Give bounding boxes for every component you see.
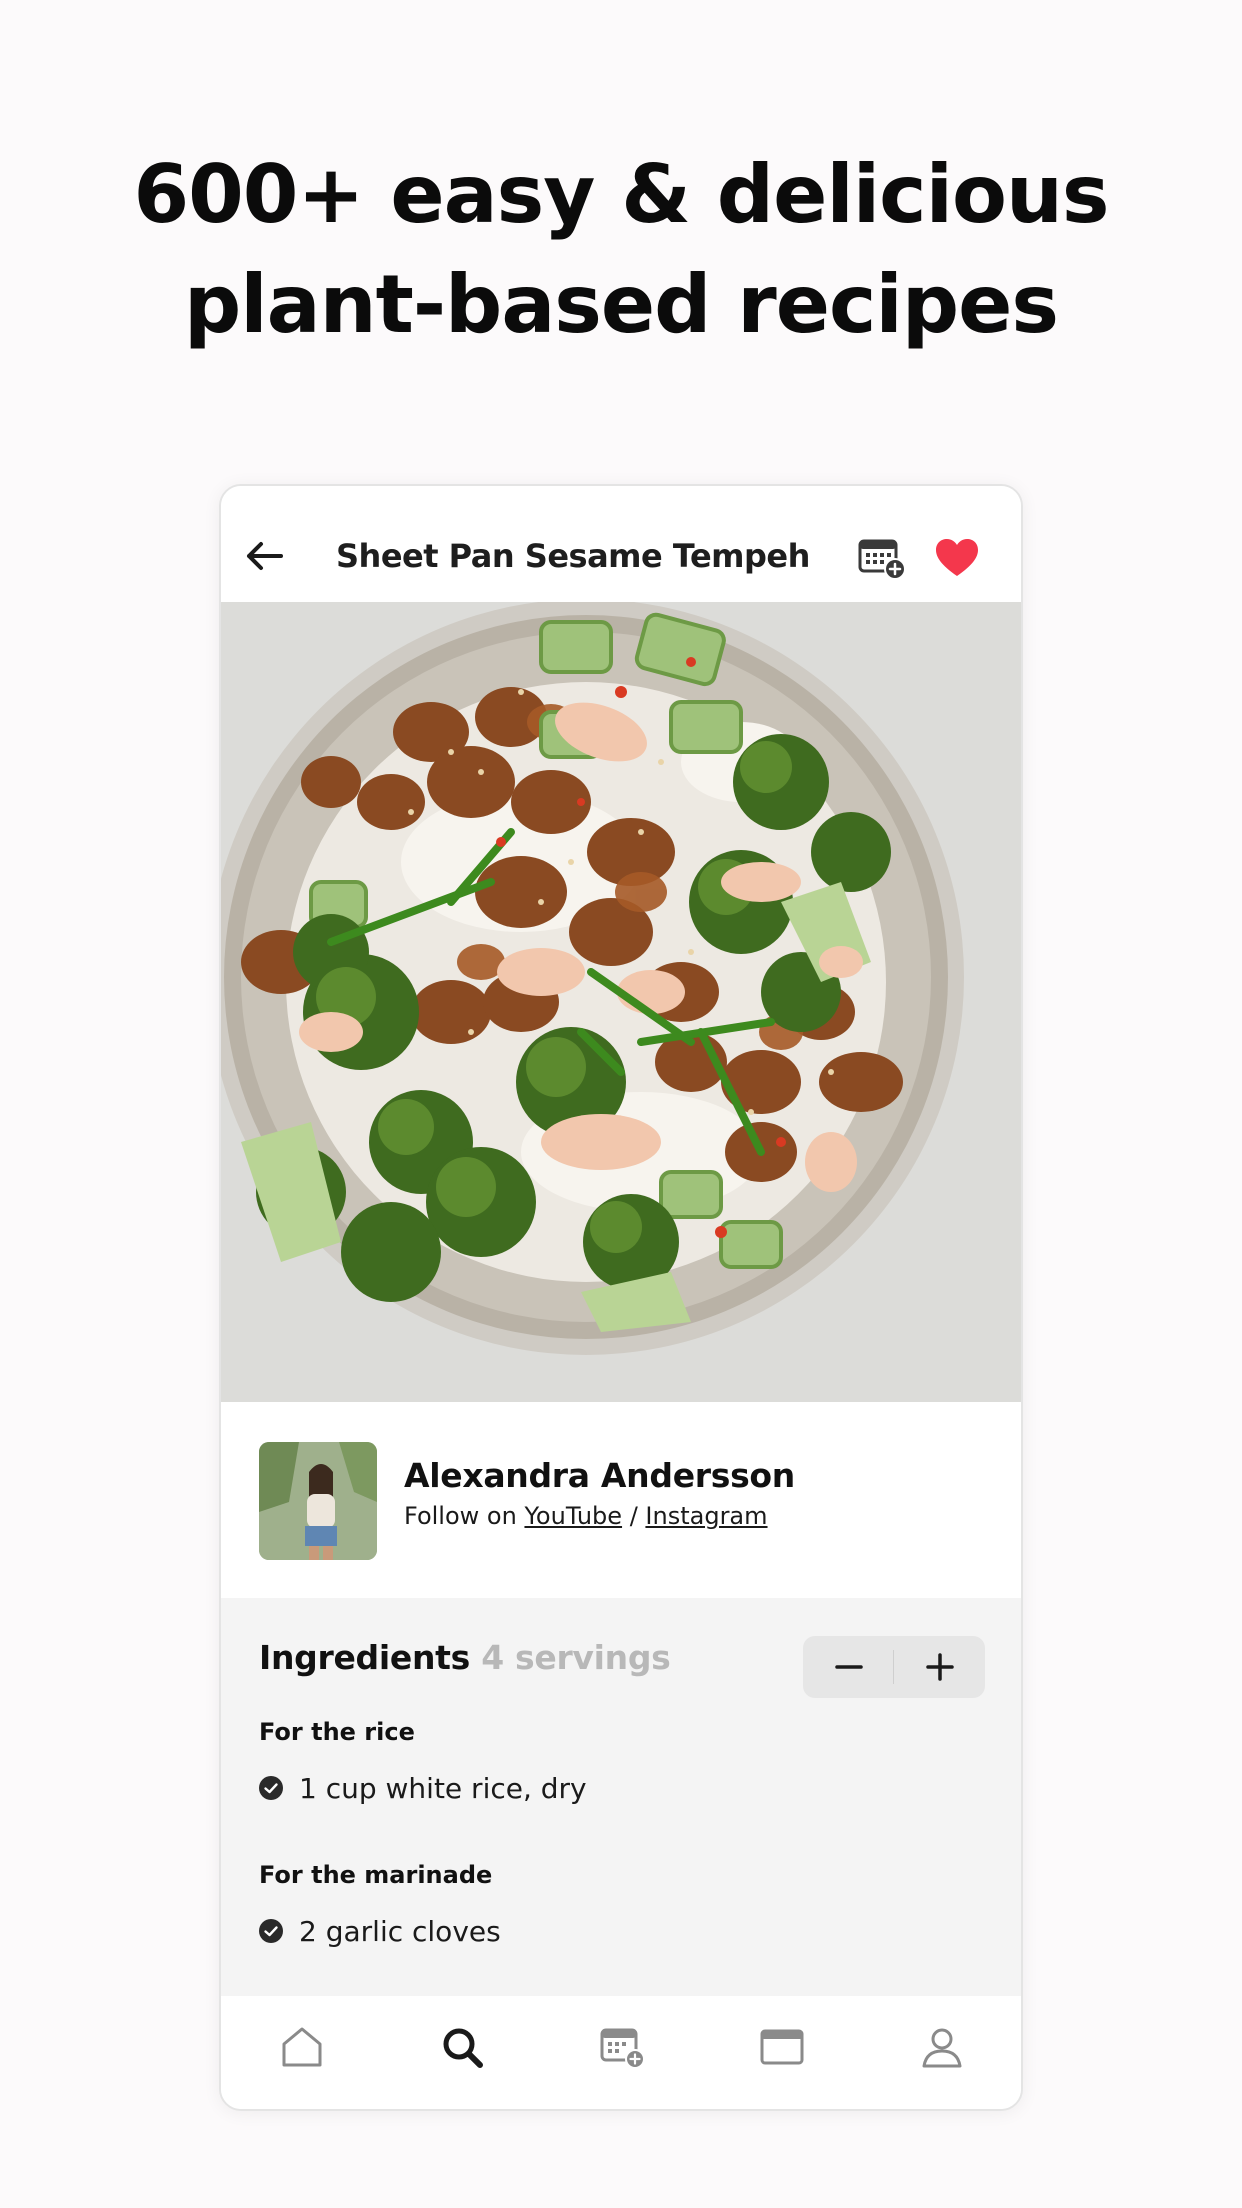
follow-links: Follow on YouTube / Instagram: [404, 1502, 768, 1530]
recipe-header: Sheet Pan Sesame Tempeh: [221, 486, 1021, 602]
search-icon[interactable]: [439, 2024, 485, 2070]
ingredient-item[interactable]: 2 garlic cloves: [259, 1915, 501, 1948]
home-icon[interactable]: [279, 2024, 325, 2070]
follow-prefix: Follow on: [404, 1502, 517, 1530]
headline-line-2: plant-based recipes: [183, 258, 1059, 351]
headline-line-1: 600+ easy & delicious: [133, 148, 1109, 241]
avatar[interactable]: [259, 1442, 377, 1560]
ingredient-item[interactable]: 1 cup white rice, dry: [259, 1772, 587, 1805]
recipe-title: Sheet Pan Sesame Tempeh: [336, 537, 810, 575]
phone-frame: Sheet Pan Sesame Tempeh Alexandra Anders…: [219, 484, 1023, 2111]
servings-stepper: [803, 1636, 985, 1698]
ingredient-text: 2 garlic cloves: [299, 1915, 501, 1948]
heart-icon[interactable]: [935, 538, 979, 578]
ingredient-text: 1 cup white rice, dry: [299, 1772, 587, 1805]
check-circle-icon: [259, 1919, 283, 1943]
profile-icon[interactable]: [919, 2024, 965, 2070]
ingredients-heading: Ingredients 4 servings: [259, 1638, 671, 1677]
minus-icon[interactable]: [803, 1636, 894, 1698]
instagram-link[interactable]: Instagram: [645, 1502, 767, 1530]
bottom-nav: [221, 1996, 1021, 2109]
calendar-add-icon[interactable]: [599, 2024, 645, 2070]
arrow-left-icon[interactable]: [241, 536, 287, 576]
recipe-photo: [221, 602, 1021, 1402]
author-card: Alexandra Andersson Follow on YouTube / …: [221, 1402, 1021, 1598]
check-circle-icon: [259, 1776, 283, 1800]
youtube-link[interactable]: YouTube: [524, 1502, 622, 1530]
ingredient-section-title: For the rice: [259, 1718, 415, 1746]
calendar-add-icon[interactable]: [857, 536, 907, 580]
link-separator: /: [629, 1502, 638, 1530]
author-name: Alexandra Andersson: [404, 1456, 795, 1495]
ingredient-section-title: For the marinade: [259, 1861, 493, 1889]
browser-icon[interactable]: [759, 2024, 805, 2070]
servings-count: 4 servings: [481, 1638, 671, 1677]
plus-icon[interactable]: [894, 1636, 985, 1698]
ingredients-title: Ingredients: [259, 1638, 470, 1677]
ingredients-panel: Ingredients 4 servings For the rice 1 cu…: [221, 1598, 1021, 1996]
promo-headline: 600+ easy & delicious plant-based recipe…: [0, 140, 1242, 360]
